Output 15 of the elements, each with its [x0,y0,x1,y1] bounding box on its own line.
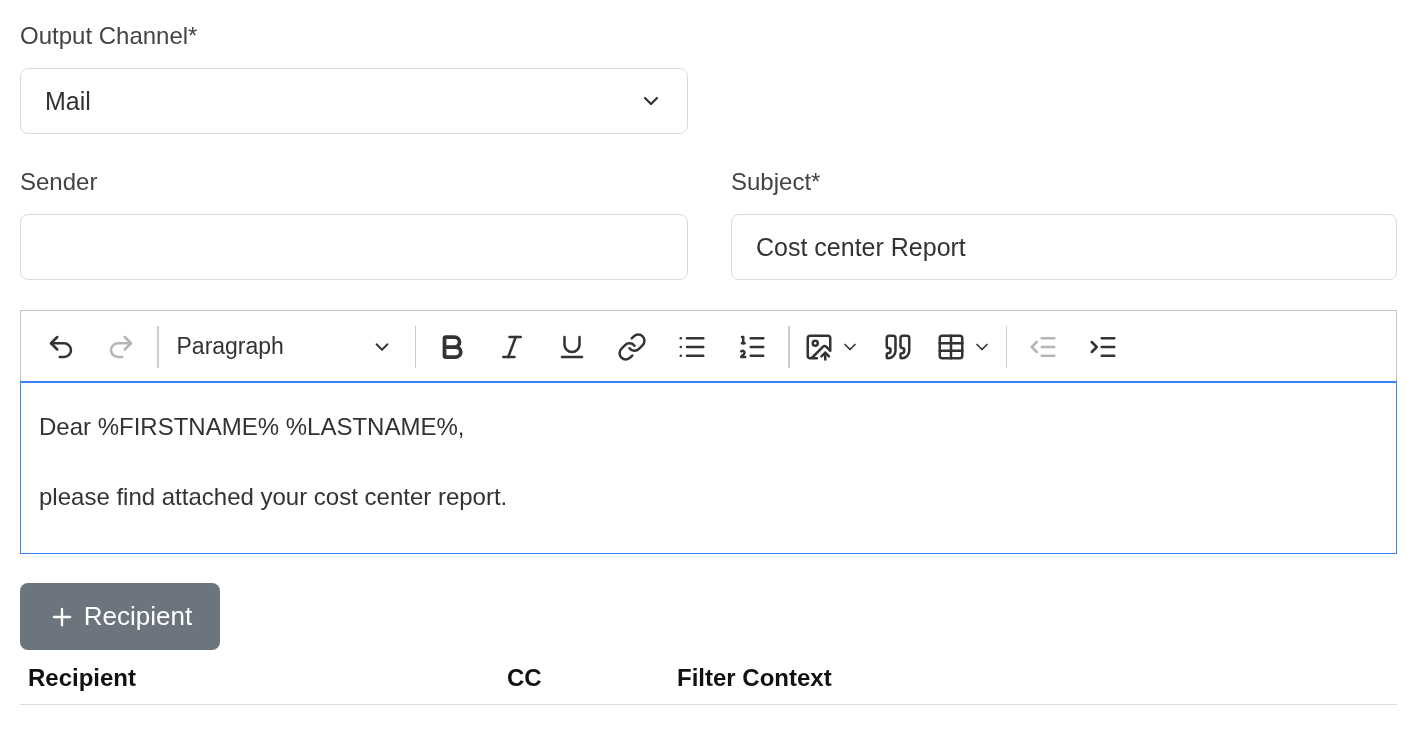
link-icon [617,331,647,362]
paragraph-style-dropdown[interactable]: Paragraph [166,322,407,371]
subject-input[interactable]: Cost center Report [731,214,1397,280]
add-recipient-button[interactable]: Recipient [20,583,220,650]
editor-content-area[interactable]: Dear %FIRSTNAME% %LASTNAME%, please find attached your cost center report. [21,382,1396,553]
field-label: Sender [20,168,99,196]
sender-input[interactable] [20,214,688,280]
editor-paragraph: please find attached your cost center report. [39,483,509,511]
column-header: CC [507,664,543,692]
field-label: Output Channel* [20,22,199,50]
output-channel-select[interactable]: Mail [20,68,688,134]
column-header: Filter Context [677,664,833,692]
column-header: Recipient [28,664,138,692]
editor-paragraph: Dear %FIRSTNAME% %LASTNAME%, [39,413,466,441]
field-label: Subject* [731,168,822,196]
